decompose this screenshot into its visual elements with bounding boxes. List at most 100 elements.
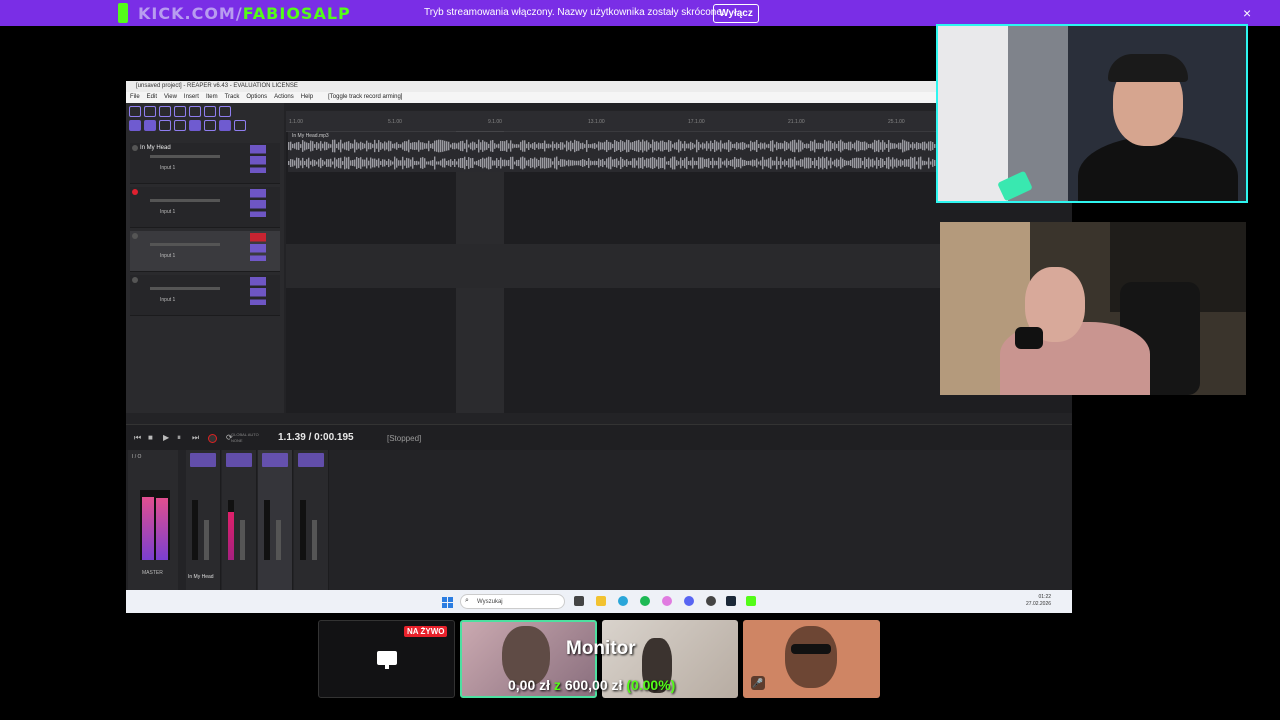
record-arm-button[interactable]: [132, 277, 138, 283]
menu-view[interactable]: View: [164, 92, 177, 103]
toolbar-button[interactable]: [129, 106, 141, 117]
menu-item[interactable]: Item: [206, 92, 218, 103]
toolbar-button[interactable]: [204, 106, 216, 117]
taskbar-clock[interactable]: 01:22 27.02.2026: [1026, 594, 1051, 608]
ruler-tick: 1.1.00: [289, 119, 303, 125]
channel-url: KICK.COM/FABIOSALP: [138, 3, 351, 23]
track-buttons[interactable]: [250, 145, 266, 173]
track-input[interactable]: Input 1: [160, 297, 175, 303]
toolbar-button[interactable]: [219, 106, 231, 117]
strip-fader[interactable]: [276, 520, 281, 560]
mixer-strip-1[interactable]: [186, 450, 221, 590]
mixer-strip-2[interactable]: [222, 450, 257, 590]
track-1[interactable]: In My Head Input 1: [130, 143, 280, 184]
toolbar-button[interactable]: [189, 120, 201, 131]
spotify-icon[interactable]: [640, 596, 650, 606]
edge-icon[interactable]: [618, 596, 628, 606]
ruler-tick: 17.1.00: [688, 119, 705, 125]
track-input[interactable]: Input 1: [160, 209, 175, 215]
menu-edit[interactable]: Edit: [147, 92, 157, 103]
toolbar-button[interactable]: [174, 120, 186, 131]
close-icon[interactable]: ×: [1243, 5, 1251, 21]
track-buttons[interactable]: [250, 189, 266, 217]
strip-header[interactable]: [190, 453, 216, 467]
menu-actions[interactable]: Actions: [274, 92, 294, 103]
track-name[interactable]: In My Head: [140, 145, 171, 151]
mixer-strip-3[interactable]: [258, 450, 293, 590]
io-label[interactable]: I / O: [132, 454, 141, 460]
track-input[interactable]: Input 1: [160, 165, 175, 171]
volume-fader[interactable]: [150, 243, 220, 246]
track-3[interactable]: Input 1: [130, 231, 280, 272]
stop-icon[interactable]: ■: [148, 433, 153, 442]
toolbar-button[interactable]: [144, 106, 156, 117]
track-2[interactable]: Input 1: [130, 187, 280, 228]
windows-start-icon[interactable]: [442, 597, 453, 608]
mixer-strip-4[interactable]: [294, 450, 329, 590]
track-buttons[interactable]: [250, 277, 266, 305]
strip-header[interactable]: [298, 453, 324, 467]
toolbar-button[interactable]: [129, 120, 141, 131]
volume-fader[interactable]: [150, 155, 220, 158]
file-explorer-icon[interactable]: [596, 596, 606, 606]
kick-logo: KICK.COM/FABIOSALP: [118, 3, 351, 23]
toolbar-button[interactable]: [144, 120, 156, 131]
window-titlebar: [unsaved project] - REAPER v6.43 - EVALU…: [126, 81, 1072, 92]
menu-file[interactable]: File: [130, 92, 140, 103]
strip-fader[interactable]: [240, 520, 245, 560]
ruler-tick: 25.1.00: [888, 119, 905, 125]
strip-header[interactable]: [262, 453, 288, 467]
toolbar-button[interactable]: [159, 106, 171, 117]
toolbar-row-2: [126, 117, 284, 131]
menu-bar: File Edit View Insert Item Track Options…: [126, 92, 1072, 103]
play-state: [Stopped]: [387, 434, 422, 443]
disable-streamer-mode-button[interactable]: Wyłącz: [713, 4, 759, 23]
toolbar-row-1: [126, 103, 284, 117]
record-icon[interactable]: [208, 434, 217, 443]
toolbar-button[interactable]: [189, 106, 201, 117]
track-input[interactable]: Input 1: [160, 253, 175, 259]
app-icon[interactable]: [662, 596, 672, 606]
global-automation[interactable]: GLOBAL AUTO NONE: [231, 432, 259, 444]
toolbar-button[interactable]: [204, 120, 216, 131]
toolbar-button[interactable]: [174, 106, 186, 117]
master-strip[interactable]: I / O MASTER: [128, 450, 178, 590]
toolbar-button[interactable]: [219, 120, 231, 131]
reaper-app-icon[interactable]: [706, 596, 716, 606]
goal-current: 0,00 zł: [508, 677, 551, 693]
strip-fader[interactable]: [204, 520, 209, 560]
master-meter: [140, 490, 170, 560]
record-arm-button[interactable]: [132, 233, 138, 239]
kick-app-icon[interactable]: [746, 596, 756, 606]
record-arm-button[interactable]: [132, 145, 138, 151]
menu-help[interactable]: Help: [301, 92, 313, 103]
menu-insert[interactable]: Insert: [184, 92, 199, 103]
selected-track-lane[interactable]: [286, 244, 941, 288]
taskbar-search-input[interactable]: Wyszukaj: [460, 594, 565, 609]
lock-icon[interactable]: [234, 120, 246, 131]
track-4[interactable]: Input 1: [130, 275, 280, 316]
participant-card[interactable]: 🎤: [743, 620, 880, 698]
volume-fader[interactable]: [150, 199, 220, 202]
strip-meter: [228, 500, 234, 560]
record-arm-button[interactable]: [132, 189, 138, 195]
strip-fader[interactable]: [312, 520, 317, 560]
streamer-mode-notice: Tryb streamowania włączony. Nazwy użytko…: [424, 7, 725, 18]
skip-back-icon[interactable]: ⏮: [134, 433, 141, 443]
skip-forward-icon[interactable]: ⏭: [192, 433, 199, 443]
play-icon[interactable]: ▶: [163, 433, 169, 442]
task-view-icon[interactable]: [574, 596, 584, 606]
webcam-guest: [940, 222, 1246, 395]
track-buttons[interactable]: [250, 233, 266, 261]
volume-fader[interactable]: [150, 287, 220, 290]
strip-meter: [192, 500, 198, 560]
master-label: MASTER: [142, 570, 163, 576]
toolbar-button[interactable]: [159, 120, 171, 131]
menu-track[interactable]: Track: [225, 92, 240, 103]
strip-header[interactable]: [226, 453, 252, 467]
pause-icon[interactable]: ⏸: [177, 433, 181, 443]
discord-icon[interactable]: [684, 596, 694, 606]
menu-options[interactable]: Options: [246, 92, 267, 103]
live-stream-card[interactable]: NA ŻYWO: [318, 620, 455, 698]
steam-icon[interactable]: [726, 596, 736, 606]
